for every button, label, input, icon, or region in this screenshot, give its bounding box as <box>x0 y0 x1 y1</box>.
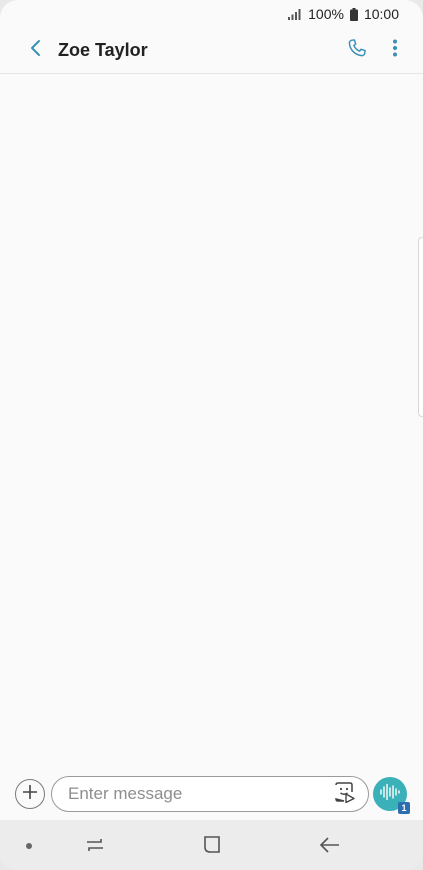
contact-name: Zoe Taylor <box>58 40 148 60</box>
recent-apps-button[interactable] <box>83 833 107 857</box>
edge-panel-handle[interactable] <box>418 237 423 417</box>
call-button[interactable] <box>339 33 375 69</box>
messages-screen: 100% 10:00 Zoe Taylor Enter message 1 <box>0 0 423 870</box>
message-input-field[interactable] <box>51 776 369 812</box>
battery-icon <box>349 7 358 21</box>
back-button[interactable] <box>18 33 54 69</box>
message-composer: 1 <box>0 772 423 816</box>
recent-apps-icon <box>87 839 103 851</box>
chevron-left-icon <box>29 39 43 62</box>
clock: 10:00 <box>363 6 399 22</box>
arrow-left-icon <box>319 837 339 853</box>
sticker-button[interactable] <box>330 780 358 808</box>
attach-button[interactable] <box>15 779 45 809</box>
message-list[interactable] <box>0 74 423 766</box>
signal-icon <box>288 8 302 20</box>
voice-message-button[interactable]: 1 <box>373 777 410 814</box>
more-vert-icon <box>392 39 398 62</box>
home-button[interactable] <box>200 833 224 857</box>
conversation-header: Zoe Taylor <box>0 28 423 74</box>
nav-back-button[interactable] <box>318 833 342 857</box>
sim-badge: 1 <box>398 802 410 814</box>
battery-percent: 100% <box>308 6 344 22</box>
sticker-icon <box>333 781 355 808</box>
phone-icon <box>346 37 368 64</box>
plus-icon <box>22 784 38 805</box>
home-icon <box>204 836 220 853</box>
nav-dot-indicator[interactable] <box>26 843 32 849</box>
more-options-button[interactable] <box>381 33 409 69</box>
status-bar: 100% 10:00 <box>0 0 423 28</box>
message-input[interactable] <box>66 783 330 805</box>
navigation-bar <box>0 820 423 870</box>
